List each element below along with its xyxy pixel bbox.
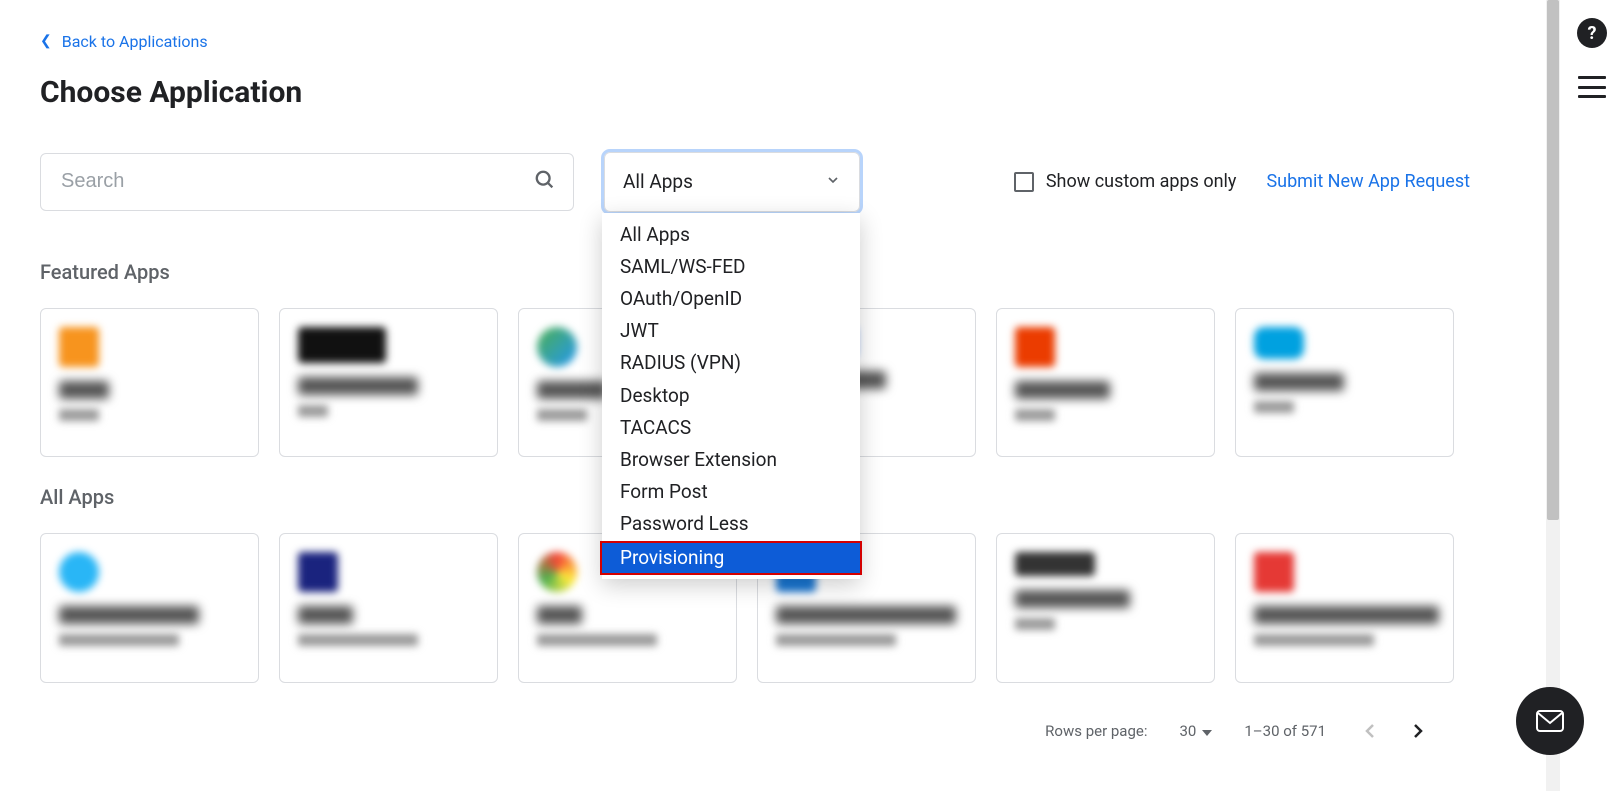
app-card[interactable]: [279, 533, 498, 683]
filter-option-tacacs[interactable]: TACACS: [602, 412, 860, 444]
filter-option-form-post[interactable]: Form Post: [602, 476, 860, 508]
app-card[interactable]: [279, 308, 498, 457]
right-rail: ?: [1562, 0, 1622, 791]
app-card[interactable]: [1235, 308, 1454, 457]
pagination-range: 1–30 of 571: [1244, 722, 1326, 740]
chevron-down-icon: [825, 170, 841, 193]
checkbox-icon: [1014, 172, 1034, 192]
app-card[interactable]: [996, 533, 1215, 683]
next-page-button[interactable]: [1406, 719, 1430, 743]
filter-option-saml[interactable]: SAML/WS-FED: [602, 251, 860, 283]
app-card[interactable]: [40, 308, 259, 457]
prev-page-button[interactable]: [1358, 719, 1382, 743]
filter-option-all-apps[interactable]: All Apps: [602, 219, 860, 251]
scrollbar[interactable]: [1546, 0, 1560, 791]
filter-selected-label: All Apps: [623, 170, 693, 193]
hamburger-menu-icon[interactable]: [1578, 76, 1606, 98]
pagination: Rows per page: 30 1–30 of 571: [40, 719, 1470, 743]
contact-fab[interactable]: [1516, 687, 1584, 755]
app-card[interactable]: [40, 533, 259, 683]
filter-option-oauth[interactable]: OAuth/OpenID: [602, 283, 860, 315]
back-link-text: Back to Applications: [62, 32, 208, 51]
rows-per-page-select[interactable]: 30: [1179, 722, 1212, 740]
checkbox-label: Show custom apps only: [1046, 171, 1237, 192]
chevron-left-icon: ❮: [40, 33, 52, 49]
page-title: Choose Application: [40, 75, 1470, 110]
filter-option-desktop[interactable]: Desktop: [602, 380, 860, 412]
filter-option-provisioning[interactable]: Provisioning: [600, 541, 862, 575]
scrollbar-thumb[interactable]: [1547, 0, 1559, 520]
back-to-applications-link[interactable]: ❮ Back to Applications: [40, 32, 208, 51]
filter-option-jwt[interactable]: JWT: [602, 315, 860, 347]
controls-row: All Apps All Apps SAML/WS-FED OAuth/Open…: [40, 152, 1470, 212]
filter-option-browser-ext[interactable]: Browser Extension: [602, 444, 860, 476]
filter-dropdown: All Apps SAML/WS-FED OAuth/OpenID JWT RA…: [602, 213, 860, 579]
rows-per-page-label: Rows per page:: [1045, 722, 1147, 740]
caret-down-icon: [1202, 722, 1212, 740]
search-icon[interactable]: [534, 169, 556, 195]
show-custom-apps-checkbox[interactable]: Show custom apps only: [1014, 171, 1237, 192]
filter-option-radius[interactable]: RADIUS (VPN): [602, 347, 860, 379]
mail-icon: [1536, 710, 1564, 732]
search-input[interactable]: [40, 153, 574, 211]
help-icon[interactable]: ?: [1577, 18, 1607, 48]
rows-per-page-value: 30: [1179, 722, 1196, 740]
search-wrapper: [40, 153, 574, 211]
filter-option-password-less[interactable]: Password Less: [602, 508, 860, 540]
filter-select[interactable]: All Apps All Apps SAML/WS-FED OAuth/Open…: [604, 152, 860, 212]
submit-new-app-link[interactable]: Submit New App Request: [1266, 171, 1470, 192]
app-card[interactable]: [1235, 533, 1454, 683]
app-card[interactable]: [996, 308, 1215, 457]
